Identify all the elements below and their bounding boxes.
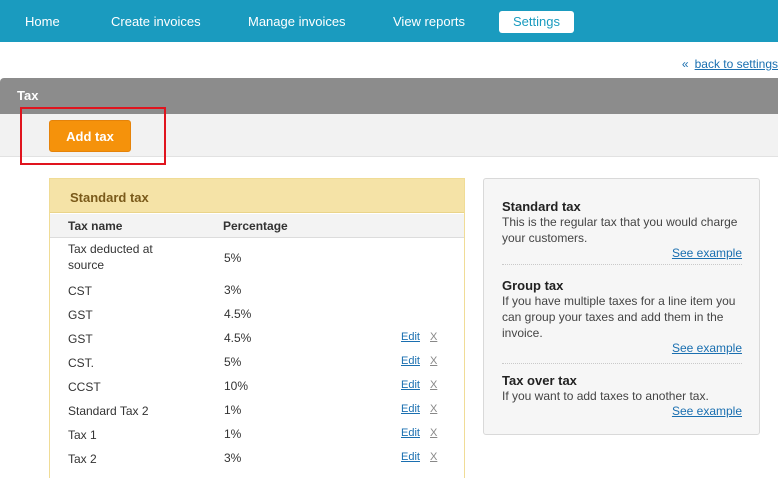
column-percentage: Percentage: [223, 219, 288, 233]
info-description: If you want to add taxes to another tax.: [502, 389, 709, 403]
tax-name: Tax 1: [68, 428, 97, 442]
tax-name: GST: [68, 308, 93, 322]
info-description: This is the regular tax that you would c…: [502, 215, 738, 245]
standard-tax-title: Standard tax: [70, 190, 149, 205]
section-title: Tax: [17, 88, 39, 103]
column-tax-name: Tax name: [68, 219, 123, 233]
info-block-standard-tax: Standard tax This is the regular tax tha…: [502, 199, 742, 260]
nav-manage-invoices[interactable]: Manage invoices: [248, 11, 346, 33]
tax-percentage: 3%: [224, 451, 242, 465]
delete-link[interactable]: X: [430, 427, 437, 439]
back-to-settings-label[interactable]: back to settings: [695, 57, 778, 71]
see-example-link[interactable]: See example: [672, 246, 742, 260]
info-title: Group tax: [502, 278, 564, 293]
tax-percentage: 5%: [224, 251, 242, 265]
double-chevron-left-icon: «: [681, 57, 689, 71]
tax-percentage: 4.5%: [224, 307, 252, 321]
delete-link[interactable]: X: [430, 331, 437, 343]
edit-link[interactable]: Edit: [401, 355, 420, 367]
tax-percentage: 1%: [224, 403, 242, 417]
standard-tax-panel: Standard tax Tax name Percentage Tax ded…: [49, 178, 465, 478]
edit-link[interactable]: Edit: [401, 331, 420, 343]
highlight-box: [20, 107, 166, 165]
see-example-link[interactable]: See example: [672, 341, 742, 355]
nav-settings[interactable]: Settings: [499, 11, 574, 33]
edit-link[interactable]: Edit: [401, 403, 420, 415]
tax-percentage: 1%: [224, 427, 242, 441]
tax-info-panel: Standard tax This is the regular tax tha…: [483, 178, 760, 435]
tax-percentage: 5%: [224, 355, 242, 369]
nav-create-invoices[interactable]: Create invoices: [111, 11, 201, 33]
tax-percentage: 3%: [224, 283, 242, 297]
info-title: Tax over tax: [502, 373, 577, 388]
delete-link[interactable]: X: [430, 355, 437, 367]
tax-name: Tax deducted at source: [68, 242, 153, 272]
delete-link[interactable]: X: [430, 451, 437, 463]
info-description: If you have multiple taxes for a line it…: [502, 294, 736, 340]
delete-link[interactable]: X: [430, 403, 437, 415]
divider: [502, 264, 742, 265]
tax-name: CST: [68, 284, 92, 298]
info-block-tax-over-tax: Tax over tax If you want to add taxes to…: [502, 373, 742, 418]
divider: [502, 363, 742, 364]
tax-name: CCST: [68, 380, 101, 394]
back-to-settings-link[interactable]: « back to settings: [682, 57, 778, 71]
edit-link[interactable]: Edit: [401, 379, 420, 391]
edit-link[interactable]: Edit: [401, 451, 420, 463]
table-header: Tax name Percentage: [50, 214, 464, 238]
tax-name: Standard Tax 2: [68, 404, 149, 418]
delete-link[interactable]: X: [430, 379, 437, 391]
tax-percentage: 4.5%: [224, 331, 252, 345]
info-block-group-tax: Group tax If you have multiple taxes for…: [502, 278, 742, 355]
nav-view-reports[interactable]: View reports: [393, 11, 465, 33]
tax-percentage: 10%: [224, 379, 249, 393]
tax-name: CST.: [68, 356, 95, 370]
nav-home[interactable]: Home: [25, 11, 60, 33]
tax-name: GST: [68, 332, 93, 346]
top-navigation: Home Create invoices Manage invoices Vie…: [0, 0, 778, 42]
info-title: Standard tax: [502, 199, 581, 214]
see-example-link[interactable]: See example: [672, 404, 742, 418]
edit-link[interactable]: Edit: [401, 427, 420, 439]
